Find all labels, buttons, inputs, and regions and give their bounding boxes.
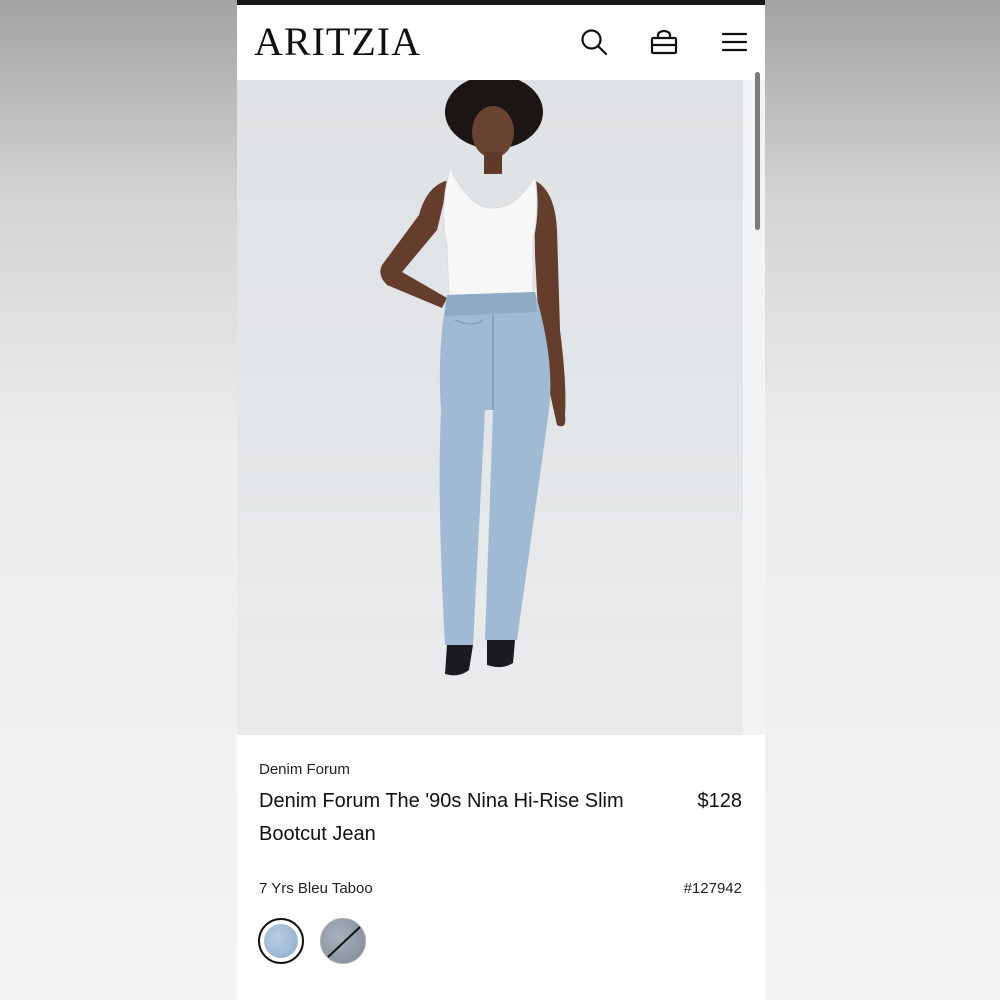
unavailable-slash-icon [326, 925, 362, 959]
scrollbar-thumb[interactable] [755, 72, 760, 230]
search-icon[interactable] [579, 27, 609, 57]
grey-blue-swatch[interactable] [320, 918, 366, 964]
brand-logo[interactable]: ARITZIA [254, 19, 421, 65]
site-header: ARITZIA [237, 5, 765, 80]
blurred-background-right [765, 0, 1000, 1000]
light-blue-swatch-fill [264, 924, 298, 958]
product-title: Denim Forum The '90s Nina Hi-Rise Slim B… [259, 790, 624, 845]
scrollbar-track[interactable] [743, 80, 765, 735]
product-info: Denim Forum Denim Forum The '90s Nina Hi… [237, 735, 765, 1000]
product-sku: #127942 [683, 880, 742, 897]
product-page: ARITZIA Denim Forum Denim Forum The '90s… [237, 0, 765, 1000]
light-blue-swatch[interactable] [258, 918, 304, 964]
product-image[interactable] [237, 80, 743, 735]
selected-color-name: 7 Yrs Bleu Taboo [259, 880, 373, 897]
shopping-bag-icon[interactable] [649, 27, 679, 57]
hamburger-menu-icon[interactable] [719, 27, 749, 57]
product-brand[interactable]: Denim Forum [259, 761, 350, 778]
blurred-background-left [0, 0, 237, 1000]
product-price: $128 [697, 790, 743, 812]
